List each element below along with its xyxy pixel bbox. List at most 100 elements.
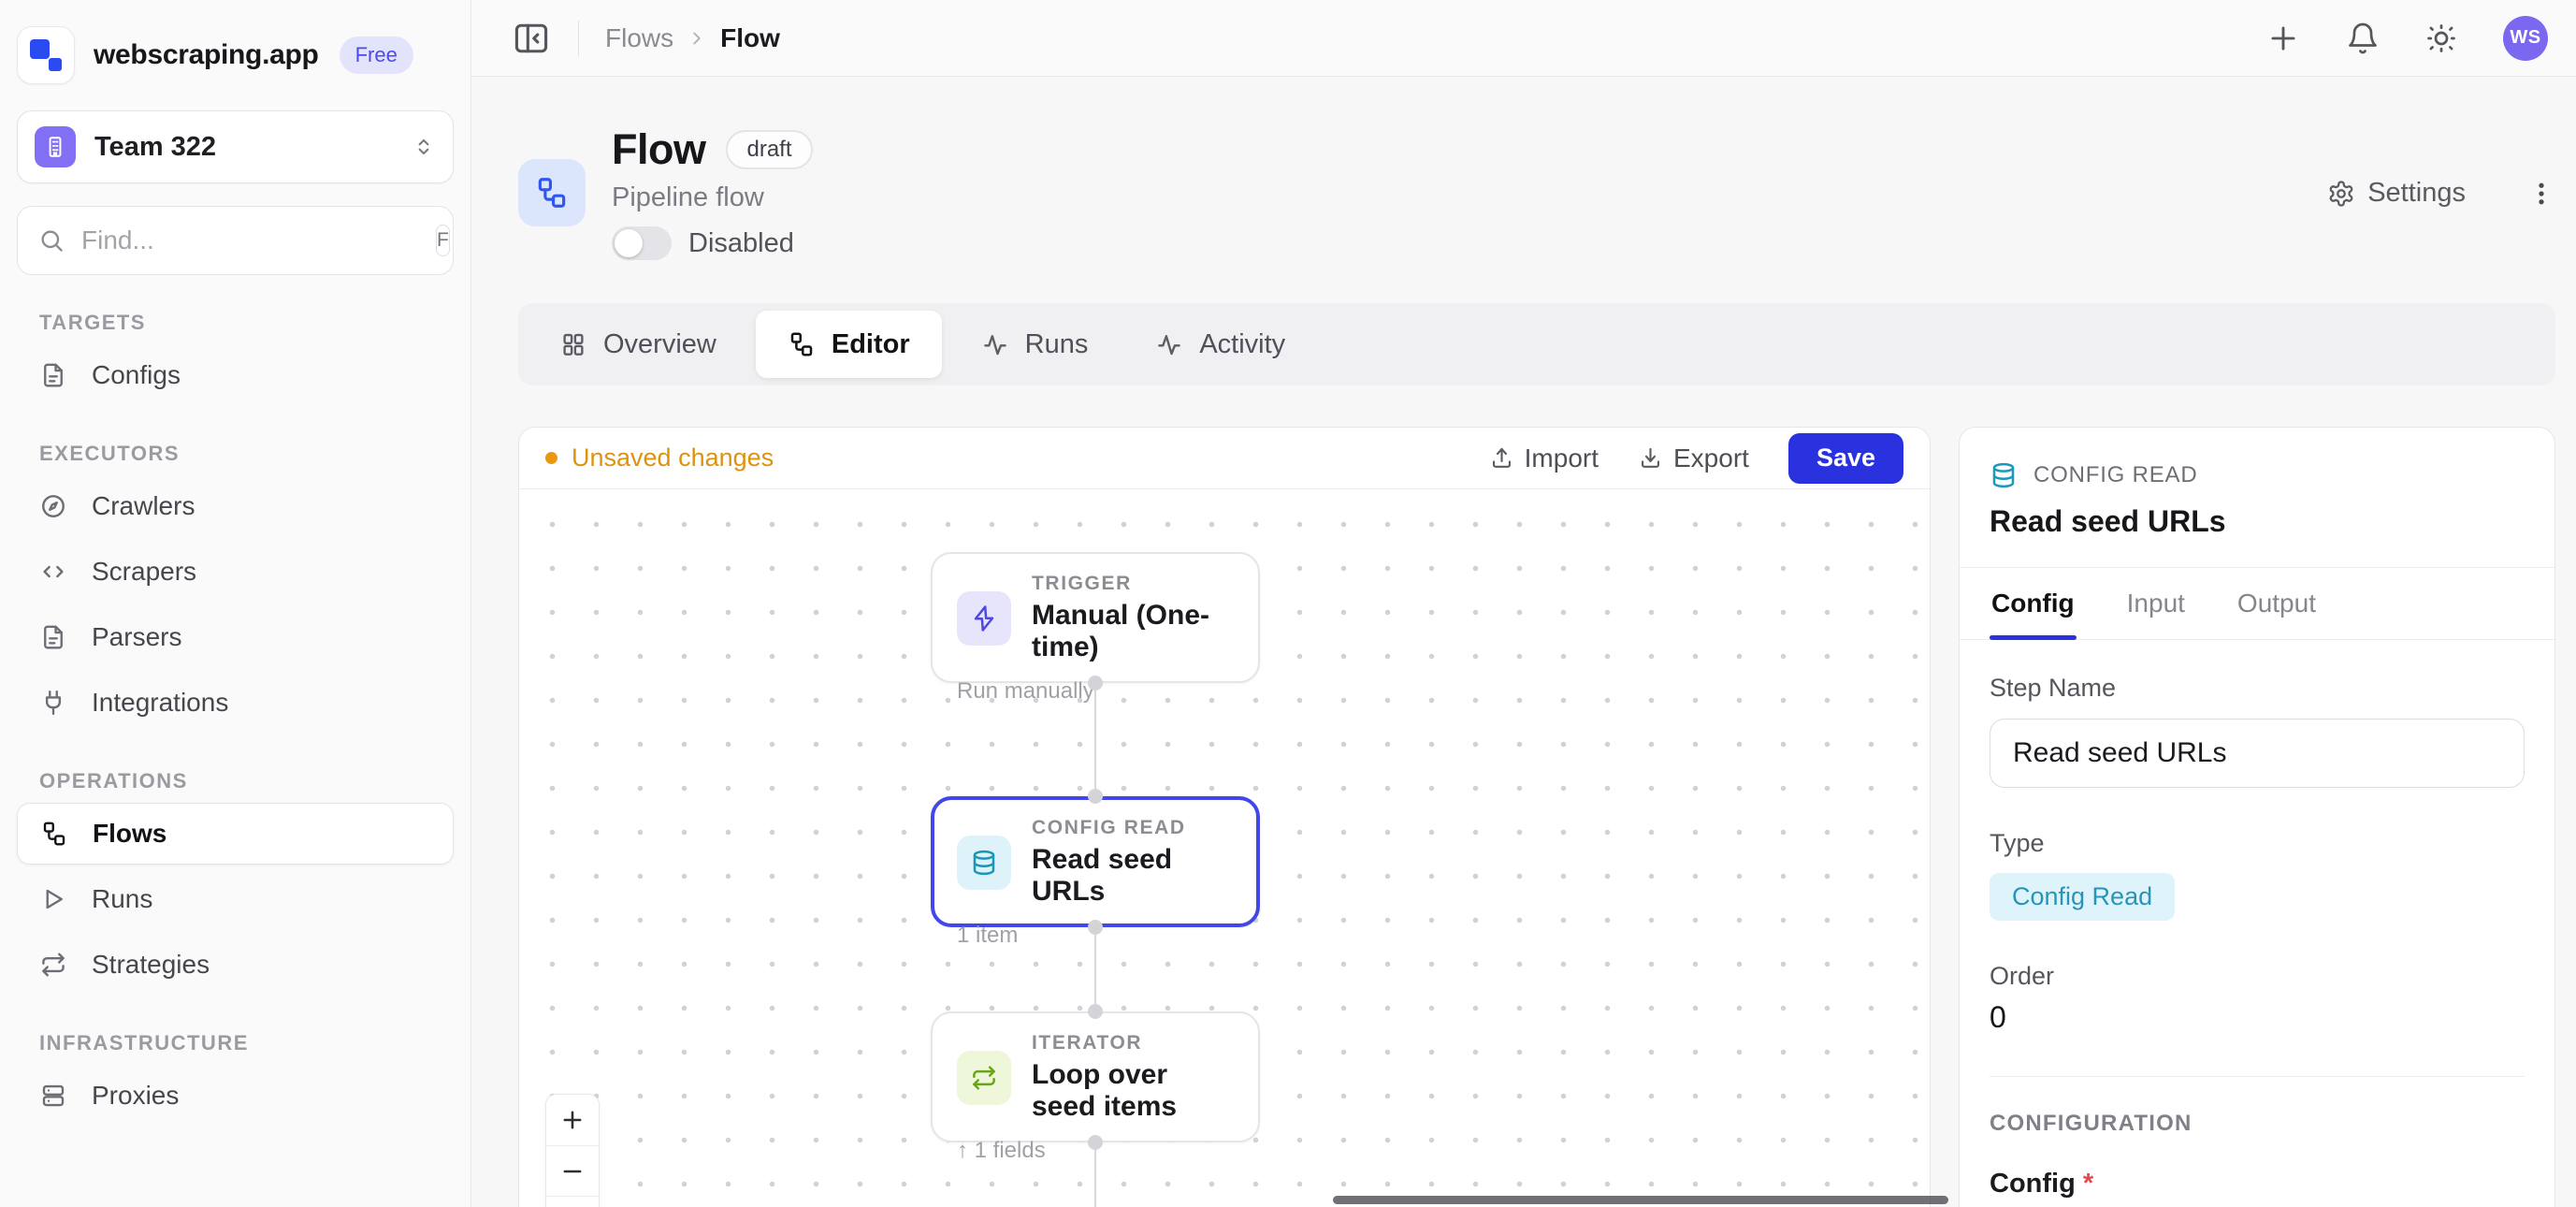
connector-dot	[1088, 920, 1103, 935]
enabled-toggle[interactable]	[612, 226, 672, 260]
section-targets: TARGETS	[39, 311, 470, 335]
sidebar-item-integrations[interactable]: Integrations	[17, 672, 454, 734]
breadcrumb-flows-link[interactable]: Flows	[605, 23, 673, 53]
tab-label: Activity	[1199, 329, 1285, 360]
tab-label: Runs	[1025, 329, 1089, 360]
sidebar-item-label: Parsers	[92, 622, 181, 652]
fit-view-button[interactable]	[546, 1196, 599, 1207]
sidebar-item-proxies[interactable]: Proxies	[17, 1065, 454, 1127]
gear-icon	[2327, 180, 2355, 208]
sidebar-item-configs[interactable]: Configs	[17, 344, 454, 406]
tab-overview[interactable]: Overview	[531, 314, 745, 374]
tab-input[interactable]: Input	[2125, 568, 2187, 639]
topbar-divider	[578, 21, 579, 56]
brand: webscraping.app Free	[17, 26, 448, 84]
search-box[interactable]: F	[17, 206, 454, 275]
repeat-icon	[957, 1051, 1011, 1105]
search-input[interactable]	[81, 225, 419, 255]
sidebar-item-crawlers[interactable]: Crawlers	[17, 475, 454, 537]
connector-dot	[1088, 1004, 1103, 1019]
plus-icon[interactable]	[2265, 21, 2301, 56]
search-icon	[38, 227, 65, 254]
workflow-icon	[40, 820, 68, 848]
node-config-read[interactable]: CONFIG READ Read seed URLs 1 item	[931, 796, 1260, 927]
zap-icon	[957, 591, 1011, 646]
file-text-icon	[39, 361, 67, 389]
inspector-step-title: Read seed URLs	[1990, 504, 2525, 539]
horizontal-scrollbar-thumb[interactable]	[1333, 1196, 1948, 1204]
settings-label: Settings	[2367, 178, 2466, 209]
plug-icon	[39, 689, 67, 717]
database-icon	[957, 836, 1011, 890]
inspector-body: Step Name Type Config Read Order 0 CONFI…	[1960, 640, 2554, 1207]
step-name-input[interactable]	[1990, 719, 2525, 788]
bell-icon[interactable]	[2346, 22, 2380, 55]
section-infrastructure: INFRASTRUCTURE	[39, 1031, 470, 1055]
compass-icon	[39, 492, 67, 520]
configuration-heading: CONFIGURATION	[1990, 1111, 2525, 1137]
server-icon	[39, 1082, 67, 1110]
connector-dot	[1088, 789, 1103, 804]
node-iterator[interactable]: ITERATOR Loop over seed items ↑ 1 fields	[931, 1011, 1260, 1142]
unsaved-label: Unsaved changes	[572, 444, 774, 473]
activity-icon	[1155, 330, 1183, 358]
sidebar-item-scrapers[interactable]: Scrapers	[17, 541, 454, 603]
team-selector[interactable]: Team 322	[17, 110, 454, 183]
node-trigger[interactable]: TRIGGER Manual (One-time) Run manually	[931, 552, 1260, 683]
chevron-right-icon	[687, 28, 707, 49]
step-inspector: CONFIG READ Read seed URLs Config Input …	[1959, 427, 2555, 1207]
node-type-label: ITERATOR	[1032, 1032, 1234, 1054]
kebab-menu-icon[interactable]	[2527, 180, 2555, 208]
sidebar-item-strategies[interactable]: Strategies	[17, 934, 454, 996]
inspector-header: CONFIG READ Read seed URLs	[1960, 428, 2554, 567]
file-text-icon	[39, 623, 67, 651]
sidebar-nav: TARGETS Configs EXECUTORS Crawlers Scrap…	[0, 275, 470, 1130]
sidebar-item-label: Scrapers	[92, 557, 196, 587]
status-badge: draft	[726, 130, 812, 169]
page-content: Flow draft Pipeline flow Disabled Settin…	[471, 77, 2576, 1207]
import-button[interactable]: Import	[1489, 444, 1599, 473]
flow-header-left: Flow draft Pipeline flow Disabled	[518, 125, 813, 260]
upload-icon	[1489, 445, 1514, 471]
code-icon	[39, 558, 67, 586]
workflow-icon	[788, 330, 816, 358]
node-type-label: CONFIG READ	[1032, 817, 1234, 839]
app-logo[interactable]	[17, 26, 75, 84]
save-button[interactable]: Save	[1788, 433, 1903, 484]
play-icon	[39, 885, 67, 913]
section-operations: OPERATIONS	[39, 769, 470, 793]
breadcrumb-current: Flow	[720, 23, 780, 53]
sidebar-collapse-icon[interactable]	[511, 18, 552, 59]
export-button[interactable]: Export	[1638, 444, 1749, 473]
sidebar-item-label: Integrations	[92, 688, 228, 718]
zoom-in-button[interactable]	[546, 1095, 599, 1145]
grid-icon	[559, 330, 587, 358]
sidebar-item-runs[interactable]: Runs	[17, 868, 454, 930]
download-icon	[1638, 445, 1663, 471]
tab-editor[interactable]: Editor	[756, 311, 942, 378]
flow-canvas[interactable]: TRIGGER Manual (One-time) Run manually	[519, 489, 1930, 1207]
page-title: Flow	[612, 125, 705, 174]
theme-sun-icon[interactable]	[2424, 22, 2458, 55]
settings-button[interactable]: Settings	[2327, 178, 2466, 209]
tab-activity[interactable]: Activity	[1127, 314, 1313, 374]
zoom-out-button[interactable]	[546, 1145, 599, 1196]
section-executors: EXECUTORS	[39, 442, 470, 466]
sidebar-item-parsers[interactable]: Parsers	[17, 606, 454, 668]
tab-output[interactable]: Output	[2236, 568, 2318, 639]
inspector-divider	[1990, 1076, 2525, 1077]
toggle-label: Disabled	[688, 228, 794, 259]
tab-runs[interactable]: Runs	[953, 314, 1117, 374]
type-label: Type	[1990, 829, 2525, 858]
avatar[interactable]: WS	[2503, 16, 2548, 61]
tab-config[interactable]: Config	[1990, 568, 2077, 639]
required-asterisk: *	[2083, 1169, 2093, 1199]
zoom-controls	[545, 1094, 600, 1207]
flow-header-text: Flow draft Pipeline flow Disabled	[612, 125, 813, 260]
canvas-actions: Import Export Save	[1489, 433, 1903, 484]
shortcut-key-badge: F	[436, 225, 450, 256]
order-value: 0	[1990, 1000, 2525, 1035]
connector-dot	[1088, 1135, 1103, 1150]
main-area: Flows Flow WS	[471, 0, 2576, 1207]
sidebar-item-flows[interactable]: Flows	[17, 803, 454, 865]
